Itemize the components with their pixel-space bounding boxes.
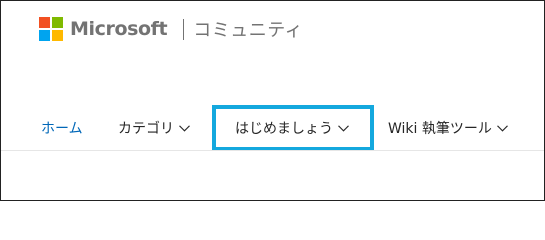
- nav-item-label: ホーム: [41, 121, 83, 137]
- page-frame: Microsoft コミュニティ ホーム カテゴリ はじめましょう Wiki 執…: [0, 0, 545, 201]
- nav-item-label: カテゴリ: [118, 121, 174, 137]
- nav-item-getting-started[interactable]: はじめましょう: [212, 105, 374, 151]
- brand-divider: [183, 18, 185, 40]
- main-nav: ホーム カテゴリ はじめましょう Wiki 執筆ツール: [1, 105, 544, 151]
- logo-square-red: [39, 17, 50, 28]
- nav-item-label: はじめましょう: [235, 121, 333, 137]
- nav-item-label: Wiki 執筆ツール: [388, 121, 492, 137]
- chevron-down-icon: [338, 124, 349, 132]
- brand-header: Microsoft コミュニティ: [39, 16, 303, 42]
- logo-square-yellow: [52, 30, 63, 41]
- microsoft-logo[interactable]: [39, 17, 63, 41]
- logo-square-green: [52, 17, 63, 28]
- logo-square-blue: [39, 30, 50, 41]
- nav-divider: [1, 150, 544, 151]
- chevron-down-icon: [179, 124, 190, 132]
- nav-item-category[interactable]: カテゴリ: [118, 105, 190, 151]
- nav-item-home[interactable]: ホーム: [41, 105, 83, 151]
- brand-name[interactable]: Microsoft: [70, 18, 168, 40]
- nav-item-wiki-tools[interactable]: Wiki 執筆ツール: [388, 105, 508, 151]
- chevron-down-icon: [496, 124, 508, 132]
- brand-subtitle[interactable]: コミュニティ: [193, 16, 303, 42]
